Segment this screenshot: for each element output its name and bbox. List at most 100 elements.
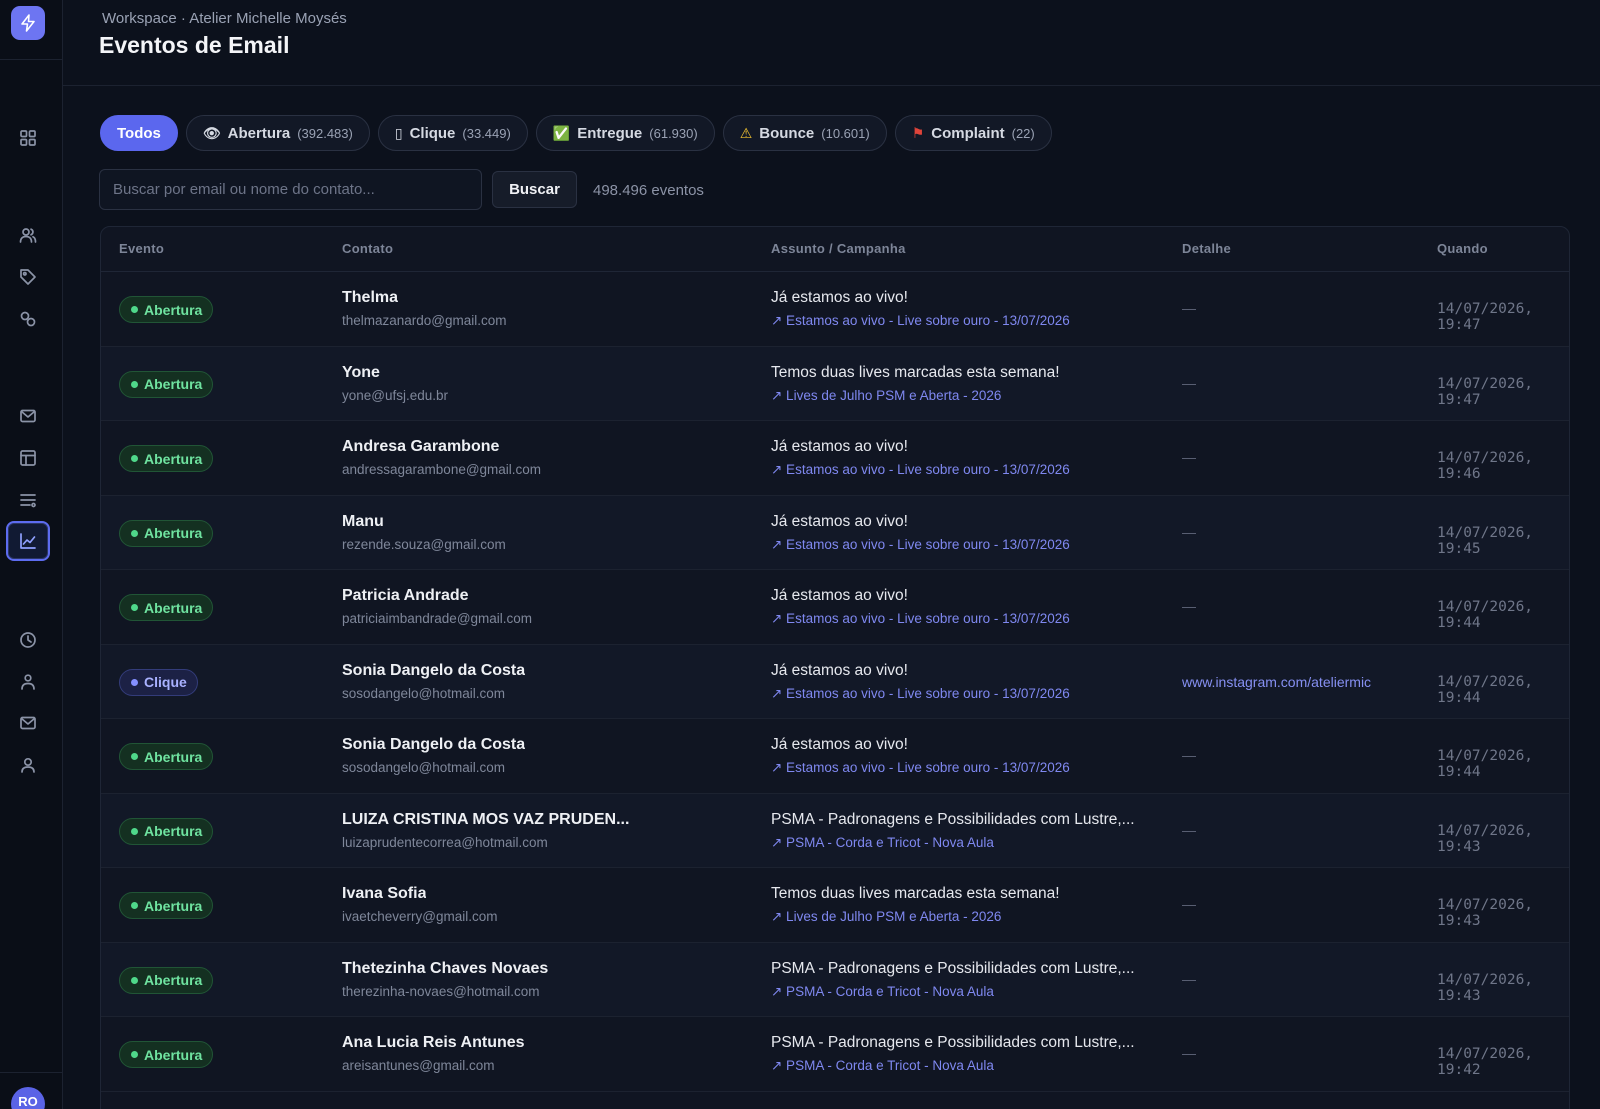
nav-profile[interactable] [6, 745, 50, 785]
filter-bounce[interactable]: ⚠ Bounce (10.601) [722, 115, 887, 151]
contact-email: areisantunes@gmail.com [342, 1058, 495, 1073]
flag-icon: ⚑ [911, 125, 925, 141]
event-badge: Abertura [119, 296, 214, 323]
table-row[interactable]: Abertura LUIZA CRISTINA MOS VAZ PRUDEN...… [101, 793, 1569, 868]
campaign-link[interactable]: ↗ PSMA - Corda e Tricot - Nova Aula [771, 984, 994, 1000]
table-row[interactable]: Abertura Ivana Sofia ivaetcheverry@gmail.c… [101, 868, 1569, 943]
table-row[interactable]: Abertura Andresa Garambone andressagarambo… [101, 421, 1569, 496]
nav-segments[interactable] [6, 299, 50, 339]
warning-icon: ⚠ [739, 125, 753, 141]
table-row[interactable]: Abertura Manu rezende.souza@gmail.com Já es… [101, 495, 1569, 570]
contact-email: thelmazanardo@gmail.com [342, 313, 507, 328]
campaign-link[interactable]: ↗ PSMA - Corda e Tricot - Nova Aula [771, 1058, 994, 1074]
contact-name[interactable]: Sonia Dangelo da Costa [342, 736, 525, 754]
email-subject: Já estamos ao vivo! [771, 587, 908, 604]
table-body: Abertura Thelma thelmazanardo@gmail.com Já … [101, 272, 1569, 1092]
nav-events[interactable] [6, 521, 50, 561]
contact-email: sosodangelo@hotmail.com [342, 685, 506, 701]
envelope-icon [20, 716, 36, 730]
event-detail: — [1182, 523, 1196, 540]
event-filter-bar: Todos 👁 Abertura (392.483) ▯ Clique (33.… [100, 115, 1052, 151]
nav-dashboard[interactable] [6, 118, 50, 158]
contact-email: rezende.souza@gmail.com [342, 536, 506, 552]
event-detail: — [1182, 1045, 1196, 1061]
event-badge: Clique [119, 668, 198, 696]
filter-abertura[interactable]: 👁 Abertura (392.483) [185, 115, 370, 151]
campaign-link[interactable]: ↗ Lives de Julho PSM e Aberta - 2026 [771, 909, 1001, 925]
email-subject: Já estamos ao vivo! [771, 512, 908, 530]
mail-icon [20, 409, 36, 423]
event-timestamp: 14/07/2026, 19:43 [1437, 897, 1534, 929]
filter-todos[interactable]: Todos [100, 115, 178, 151]
contact-name[interactable]: Manu [342, 513, 384, 531]
nav-campaigns[interactable] [6, 396, 50, 436]
filter-clique[interactable]: ▯ Clique (33.449) [377, 115, 528, 151]
campaign-link[interactable]: ↗ Estamos ao vivo - Live sobre ouro - 13… [771, 313, 1070, 329]
campaign-link[interactable]: ↗ PSMA - Corda e Tricot - Nova Aula [771, 835, 994, 851]
status-dot-icon [131, 827, 138, 835]
campaign-link[interactable]: ↗ Estamos ao vivo - Live sobre ouro - 13… [771, 611, 1070, 627]
nav-team[interactable] [6, 662, 50, 702]
nav-tags[interactable] [6, 257, 50, 297]
campaign-link[interactable]: ↗ Estamos ao vivo - Live sobre ouro - 13… [771, 760, 1070, 776]
event-timestamp: 14/07/2026, 19:47 [1437, 301, 1534, 333]
campaign-link[interactable]: ↗ Estamos ao vivo - Live sobre ouro - 13… [771, 462, 1070, 478]
nav-contacts[interactable] [6, 215, 50, 255]
cursor-icon: ▯ [394, 125, 403, 141]
contact-name[interactable]: Sonia Dangelo da Costa [342, 662, 525, 680]
page-header: Workspace · Atelier Michelle Moysés Even… [63, 0, 1600, 86]
table-row[interactable]: Abertura Sonia Dangelo da Costa sosodangel… [101, 719, 1569, 794]
contact-email: ivaetcheverry@gmail.com [342, 909, 498, 924]
email-subject: Já estamos ao vivo! [771, 736, 908, 753]
column-header-quando[interactable]: Quando [1437, 241, 1488, 256]
filter-complaint[interactable]: ⚑ Complaint (22) [894, 115, 1052, 151]
event-timestamp: 14/07/2026, 19:46 [1437, 450, 1534, 482]
contact-name[interactable]: Andresa Garambone [342, 438, 499, 456]
table-row[interactable]: Abertura Yone yone@ufsj.edu.br Temos duas l… [101, 346, 1569, 421]
table-row[interactable]: Abertura Ana Lucia Reis Antunes areisantun… [101, 1017, 1569, 1092]
contact-name[interactable]: Ana Lucia Reis Antunes [342, 1034, 525, 1052]
nav-lists[interactable] [6, 480, 50, 520]
search-button[interactable]: Buscar [492, 171, 577, 208]
event-badge: Abertura [119, 370, 214, 398]
contact-name[interactable]: Ivana Sofia [342, 885, 426, 903]
nav-senders[interactable] [6, 703, 50, 743]
column-header-assunto[interactable]: Assunto / Campanha [771, 241, 906, 256]
breadcrumb: Workspace · Atelier Michelle Moysés [102, 10, 347, 27]
nav-templates[interactable] [6, 438, 50, 478]
contact-name[interactable]: Thetezinha Chaves Novaes [342, 960, 548, 978]
filter-entregue[interactable]: ✅ Entregue (61.930) [535, 115, 715, 151]
contact-name[interactable]: LUIZA CRISTINA MOS VAZ PRUDEN... [342, 811, 629, 829]
email-subject: PSMA - Padronagens e Possibilidades com … [771, 959, 1135, 977]
status-dot-icon [131, 455, 138, 462]
nav-history[interactable] [6, 620, 50, 660]
column-header-evento[interactable]: Evento [119, 241, 164, 256]
search-input[interactable] [99, 169, 482, 210]
column-header-contato[interactable]: Contato [342, 241, 393, 256]
email-subject: Já estamos ao vivo! [771, 438, 908, 455]
event-badge: Abertura [119, 817, 214, 845]
contact-name[interactable]: Yone [342, 364, 380, 382]
contact-name[interactable]: Patricia Andrade [342, 587, 469, 605]
event-timestamp: 14/07/2026, 19:43 [1437, 971, 1534, 1004]
status-dot-icon [131, 306, 138, 313]
campaign-link[interactable]: ↗ Estamos ao vivo - Live sobre ouro - 13… [771, 686, 1070, 702]
event-badge: Abertura [119, 519, 214, 547]
table-row[interactable]: Abertura Thelma thelmazanardo@gmail.com Já … [101, 272, 1569, 347]
event-timestamp: 14/07/2026, 19:42 [1437, 1046, 1534, 1078]
table-row[interactable]: Abertura Thetezinha Chaves Novaes therezin… [101, 942, 1569, 1017]
campaign-link[interactable]: ↗ Lives de Julho PSM e Aberta - 2026 [771, 388, 1001, 404]
column-header-detalhe[interactable]: Detalhe [1182, 241, 1231, 256]
logo-bolt-icon[interactable] [11, 6, 45, 40]
avatar[interactable]: RO [11, 1087, 45, 1109]
event-timestamp: 14/07/2026, 19:44 [1437, 599, 1534, 631]
contact-name[interactable]: Thelma [342, 289, 398, 307]
campaign-link[interactable]: ↗ Estamos ao vivo - Live sobre ouro - 13… [771, 537, 1070, 553]
chart-icon [20, 533, 36, 549]
event-detail[interactable]: www.instagram.com/ateliermic [1182, 674, 1371, 690]
table-row[interactable]: Clique Sonia Dangelo da Costa sosodangelo@… [101, 644, 1569, 719]
people-icon [21, 674, 35, 690]
layout-icon [20, 450, 36, 466]
table-row[interactable]: Abertura Patricia Andrade patriciaimbandra… [101, 570, 1569, 645]
event-timestamp: 14/07/2026, 19:44 [1437, 748, 1534, 780]
